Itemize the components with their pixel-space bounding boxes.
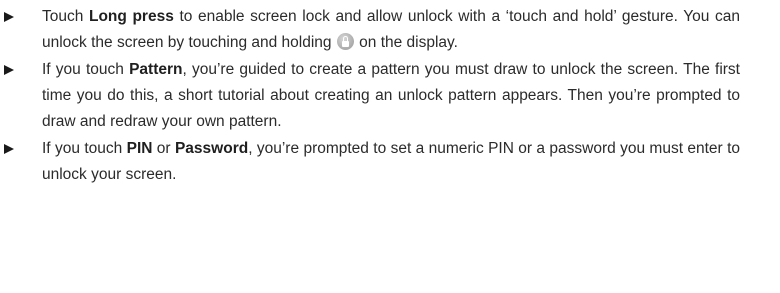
list-item-long-press: Touch Long press to enable screen lock a… bbox=[0, 4, 740, 56]
item-text: If you touch bbox=[42, 140, 127, 157]
item-text: on the display. bbox=[354, 34, 458, 51]
lock-icon bbox=[336, 33, 354, 50]
bullet-arrow-icon bbox=[4, 4, 16, 30]
item-bold-term: Password bbox=[174, 140, 249, 157]
item-bold-term: Long press bbox=[88, 8, 174, 25]
item-text: If you touch bbox=[42, 61, 130, 78]
list-item-pin-password: If you touch PIN or Password, you’re pro… bbox=[0, 136, 740, 188]
document-page: Touch Long press to enable screen lock a… bbox=[0, 0, 780, 188]
list-item-pattern: If you touch Pattern, you’re guided to c… bbox=[0, 57, 740, 135]
bullet-arrow-icon bbox=[4, 57, 16, 83]
item-text: or bbox=[152, 140, 175, 157]
item-bold-term: PIN bbox=[126, 140, 153, 157]
item-text: Touch bbox=[42, 8, 89, 25]
bullet-arrow-icon bbox=[4, 136, 16, 162]
item-bold-term: Pattern bbox=[129, 61, 183, 78]
